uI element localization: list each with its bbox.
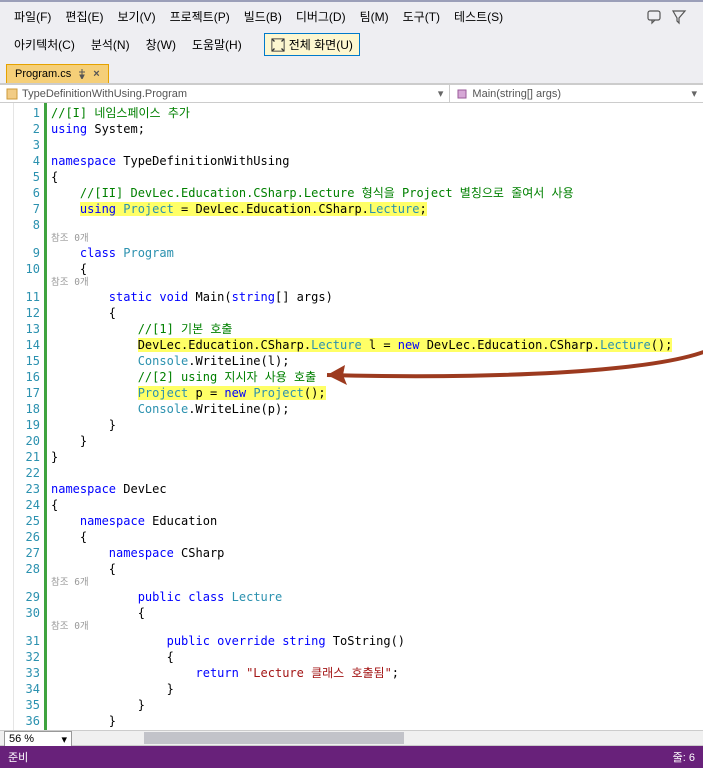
close-icon[interactable]: × — [93, 68, 99, 80]
code-editor[interactable]: 12345678 910 111213141516171819202122232… — [0, 103, 703, 730]
tab-title: Program.cs — [15, 68, 71, 80]
horizontal-scrollbar[interactable]: 56 % ▾ — [0, 730, 703, 746]
quicklaunch-icon[interactable] — [671, 9, 687, 25]
type-selector[interactable]: TypeDefinitionWithUsing.Program ▾ — [0, 85, 450, 102]
menu-view[interactable]: 보기(V) — [111, 6, 161, 27]
fullscreen-label: 전체 화면(U) — [289, 36, 353, 53]
menu-architecture[interactable]: 아키텍처(C) — [8, 34, 81, 55]
menu-file[interactable]: 파일(F) — [8, 6, 57, 27]
code-content[interactable]: //[I] 네임스페이스 추가 using System; namespace … — [44, 103, 703, 730]
titlebar-icons — [647, 9, 695, 25]
menu-team[interactable]: 팀(M) — [354, 6, 395, 27]
method-icon — [456, 88, 468, 100]
scrollbar-thumb[interactable] — [144, 732, 404, 744]
menu-build[interactable]: 빌드(B) — [238, 6, 288, 27]
outline-gutter — [0, 103, 14, 730]
menu-tools[interactable]: 도구(T) — [397, 6, 446, 27]
class-icon — [6, 88, 18, 100]
fullscreen-icon — [271, 38, 285, 52]
menu-window[interactable]: 창(W) — [140, 34, 182, 55]
line-numbers: 12345678 910 111213141516171819202122232… — [14, 103, 44, 730]
menu-analyze[interactable]: 분석(N) — [85, 34, 136, 55]
menu-help[interactable]: 도움말(H) — [186, 34, 248, 55]
menu-bar: 파일(F) 편집(E) 보기(V) 프로젝트(P) 빌드(B) 디버그(D) 팀… — [0, 2, 703, 31]
feedback-icon[interactable] — [647, 9, 663, 25]
tab-strip: Program.cs × — [0, 60, 703, 84]
chevron-down-icon: ▾ — [691, 87, 697, 100]
chevron-down-icon: ▾ — [61, 733, 67, 746]
chevron-down-icon: ▾ — [438, 87, 444, 100]
status-column: 줄: 6 — [673, 749, 695, 765]
menu-edit[interactable]: 편집(E) — [59, 6, 109, 27]
tab-program-cs[interactable]: Program.cs × — [6, 64, 109, 83]
menu-test[interactable]: 테스트(S) — [448, 6, 509, 27]
zoom-selector[interactable]: 56 % ▾ — [4, 731, 72, 748]
status-bar: 준비 줄: 6 — [0, 746, 703, 768]
pin-icon[interactable] — [77, 69, 87, 79]
fullscreen-button[interactable]: 전체 화면(U) — [264, 33, 360, 56]
menu-project[interactable]: 프로젝트(P) — [164, 6, 236, 27]
navigation-bar: TypeDefinitionWithUsing.Program ▾ Main(s… — [0, 84, 703, 103]
menu-debug[interactable]: 디버그(D) — [290, 6, 352, 27]
status-ready: 준비 — [8, 749, 28, 765]
member-selector[interactable]: Main(string[] args) ▾ — [450, 85, 703, 102]
menu-bar-row2: 아키텍처(C) 분석(N) 창(W) 도움말(H) 전체 화면(U) — [0, 31, 703, 60]
